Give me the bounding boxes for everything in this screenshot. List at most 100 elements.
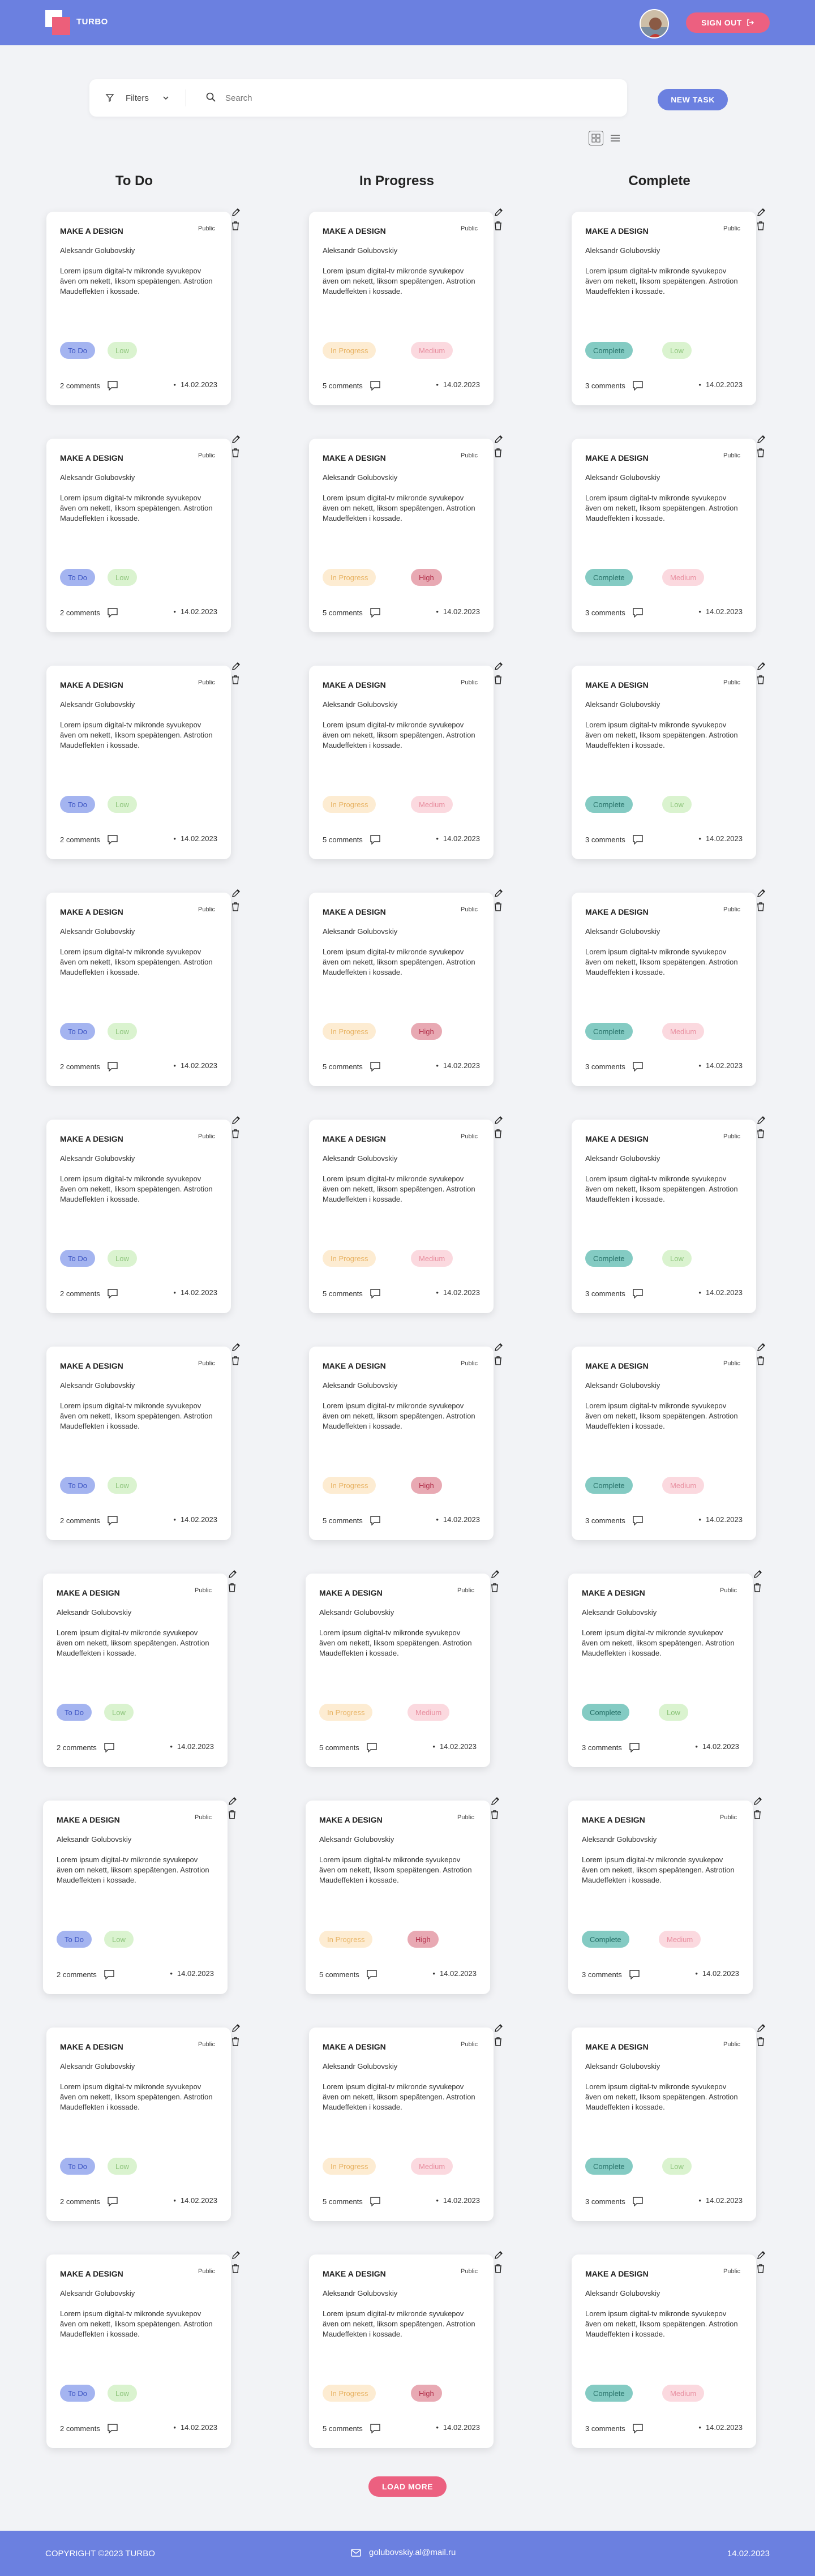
grid-view-toggle[interactable]: [589, 131, 603, 145]
edit-button[interactable]: [756, 1115, 766, 1128]
comment-icon[interactable]: [632, 2196, 644, 2206]
comment-icon[interactable]: [366, 1742, 378, 1752]
delete-button[interactable]: [231, 2264, 240, 2277]
new-task-button[interactable]: NEW TASK: [658, 89, 728, 110]
comments-link[interactable]: 2 comments: [60, 1288, 118, 1298]
comments-link[interactable]: 3 comments: [585, 380, 644, 391]
delete-icon[interactable]: [753, 1583, 762, 1593]
edit-button[interactable]: [756, 207, 766, 220]
edit-icon[interactable]: [756, 1115, 766, 1125]
delete-icon[interactable]: [231, 1129, 240, 1139]
comments-link[interactable]: 2 comments: [60, 2423, 118, 2433]
edit-button[interactable]: [756, 888, 766, 901]
edit-button[interactable]: [756, 661, 766, 674]
delete-button[interactable]: [756, 1356, 765, 1369]
comment-icon[interactable]: [107, 1061, 118, 1071]
comment-icon[interactable]: [629, 1742, 640, 1752]
task-card[interactable]: MAKE A DESIGN Public Aleksandr Golubovskiy…: [572, 2024, 765, 2221]
comment-icon[interactable]: [370, 2196, 381, 2206]
edit-button[interactable]: [494, 2250, 504, 2263]
delete-button[interactable]: [494, 2264, 503, 2277]
delete-button[interactable]: [756, 2264, 765, 2277]
comment-icon[interactable]: [107, 1288, 118, 1298]
edit-icon[interactable]: [231, 661, 241, 671]
edit-button[interactable]: [756, 2023, 766, 2036]
edit-icon[interactable]: [231, 2250, 241, 2260]
comment-icon[interactable]: [107, 380, 118, 391]
task-card[interactable]: MAKE A DESIGN Public Aleksandr Golubovskiy…: [309, 889, 503, 1086]
comment-icon[interactable]: [370, 1288, 381, 1298]
comment-icon[interactable]: [107, 2196, 118, 2206]
comment-icon[interactable]: [104, 1969, 115, 1979]
comments-link[interactable]: 3 comments: [585, 607, 644, 618]
edit-button[interactable]: [753, 1796, 763, 1809]
edit-icon[interactable]: [756, 2023, 766, 2033]
comments-link[interactable]: 2 comments: [60, 2196, 118, 2206]
edit-icon[interactable]: [231, 1342, 241, 1352]
delete-icon[interactable]: [756, 1129, 765, 1139]
edit-button[interactable]: [494, 661, 504, 674]
delete-icon[interactable]: [231, 2037, 240, 2047]
list-view-toggle[interactable]: [608, 131, 623, 145]
task-card[interactable]: MAKE A DESIGN Public Aleksandr Golubovskiy…: [572, 1343, 765, 1540]
edit-button[interactable]: [231, 1115, 241, 1128]
edit-icon[interactable]: [753, 1569, 763, 1579]
delete-icon[interactable]: [494, 221, 503, 231]
edit-button[interactable]: [231, 2023, 241, 2036]
task-card[interactable]: MAKE A DESIGN Public Aleksandr Golubovskiy…: [309, 435, 503, 632]
comment-icon[interactable]: [632, 834, 644, 845]
edit-icon[interactable]: [494, 2250, 504, 2260]
comment-icon[interactable]: [370, 2423, 381, 2433]
delete-icon[interactable]: [756, 902, 765, 912]
edit-icon[interactable]: [494, 2023, 504, 2033]
comments-link[interactable]: 3 comments: [585, 834, 644, 845]
edit-icon[interactable]: [490, 1569, 500, 1579]
comment-icon[interactable]: [370, 1515, 381, 1525]
delete-button[interactable]: [231, 902, 240, 915]
delete-button[interactable]: [756, 1129, 765, 1142]
delete-icon[interactable]: [756, 2264, 765, 2274]
edit-icon[interactable]: [756, 888, 766, 898]
delete-icon[interactable]: [753, 1810, 762, 1820]
task-card[interactable]: MAKE A DESIGN Public Aleksandr Golubovskiy…: [309, 1343, 503, 1540]
comments-link[interactable]: 5 comments: [323, 1288, 381, 1298]
delete-button[interactable]: [756, 902, 765, 915]
task-card[interactable]: MAKE A DESIGN Public Aleksandr Golubovskiy…: [309, 2024, 503, 2221]
edit-button[interactable]: [228, 1796, 238, 1809]
comments-link[interactable]: 5 comments: [323, 380, 381, 391]
delete-icon[interactable]: [231, 2264, 240, 2274]
task-card[interactable]: MAKE A DESIGN Public Aleksandr Golubovskiy…: [309, 208, 503, 405]
comment-icon[interactable]: [632, 380, 644, 391]
edit-icon[interactable]: [231, 888, 241, 898]
delete-icon[interactable]: [756, 221, 765, 231]
comments-link[interactable]: 5 comments: [319, 1969, 378, 1979]
task-card[interactable]: MAKE A DESIGN Public Aleksandr Golubovskiy…: [309, 1116, 503, 1313]
delete-icon[interactable]: [494, 902, 503, 912]
delete-icon[interactable]: [494, 448, 503, 458]
delete-button[interactable]: [231, 1129, 240, 1142]
task-card[interactable]: MAKE A DESIGN Public Aleksandr Golubovskiy…: [306, 1570, 499, 1767]
delete-button[interactable]: [753, 1810, 762, 1823]
task-card[interactable]: MAKE A DESIGN Public Aleksandr Golubovskiy…: [46, 1116, 240, 1313]
delete-icon[interactable]: [228, 1583, 237, 1593]
delete-icon[interactable]: [756, 448, 765, 458]
task-card[interactable]: MAKE A DESIGN Public Aleksandr Golubovskiy…: [572, 1116, 765, 1313]
edit-icon[interactable]: [494, 888, 504, 898]
delete-button[interactable]: [231, 221, 240, 234]
comments-link[interactable]: 3 comments: [585, 1288, 644, 1298]
task-card[interactable]: MAKE A DESIGN Public Aleksandr Golubovskiy…: [46, 662, 240, 859]
edit-button[interactable]: [494, 2023, 504, 2036]
edit-icon[interactable]: [756, 661, 766, 671]
task-card[interactable]: MAKE A DESIGN Public Aleksandr Golubovskiy…: [46, 208, 240, 405]
comments-link[interactable]: 2 comments: [60, 1515, 118, 1525]
edit-button[interactable]: [231, 2250, 241, 2263]
edit-button[interactable]: [494, 1115, 504, 1128]
edit-icon[interactable]: [494, 1342, 504, 1352]
edit-icon[interactable]: [494, 207, 504, 217]
edit-button[interactable]: [231, 434, 241, 447]
comment-icon[interactable]: [107, 607, 118, 618]
edit-icon[interactable]: [231, 1115, 241, 1125]
edit-icon[interactable]: [228, 1796, 238, 1806]
comments-link[interactable]: 5 comments: [323, 2196, 381, 2206]
task-card[interactable]: MAKE A DESIGN Public Aleksandr Golubovskiy…: [46, 2251, 240, 2448]
